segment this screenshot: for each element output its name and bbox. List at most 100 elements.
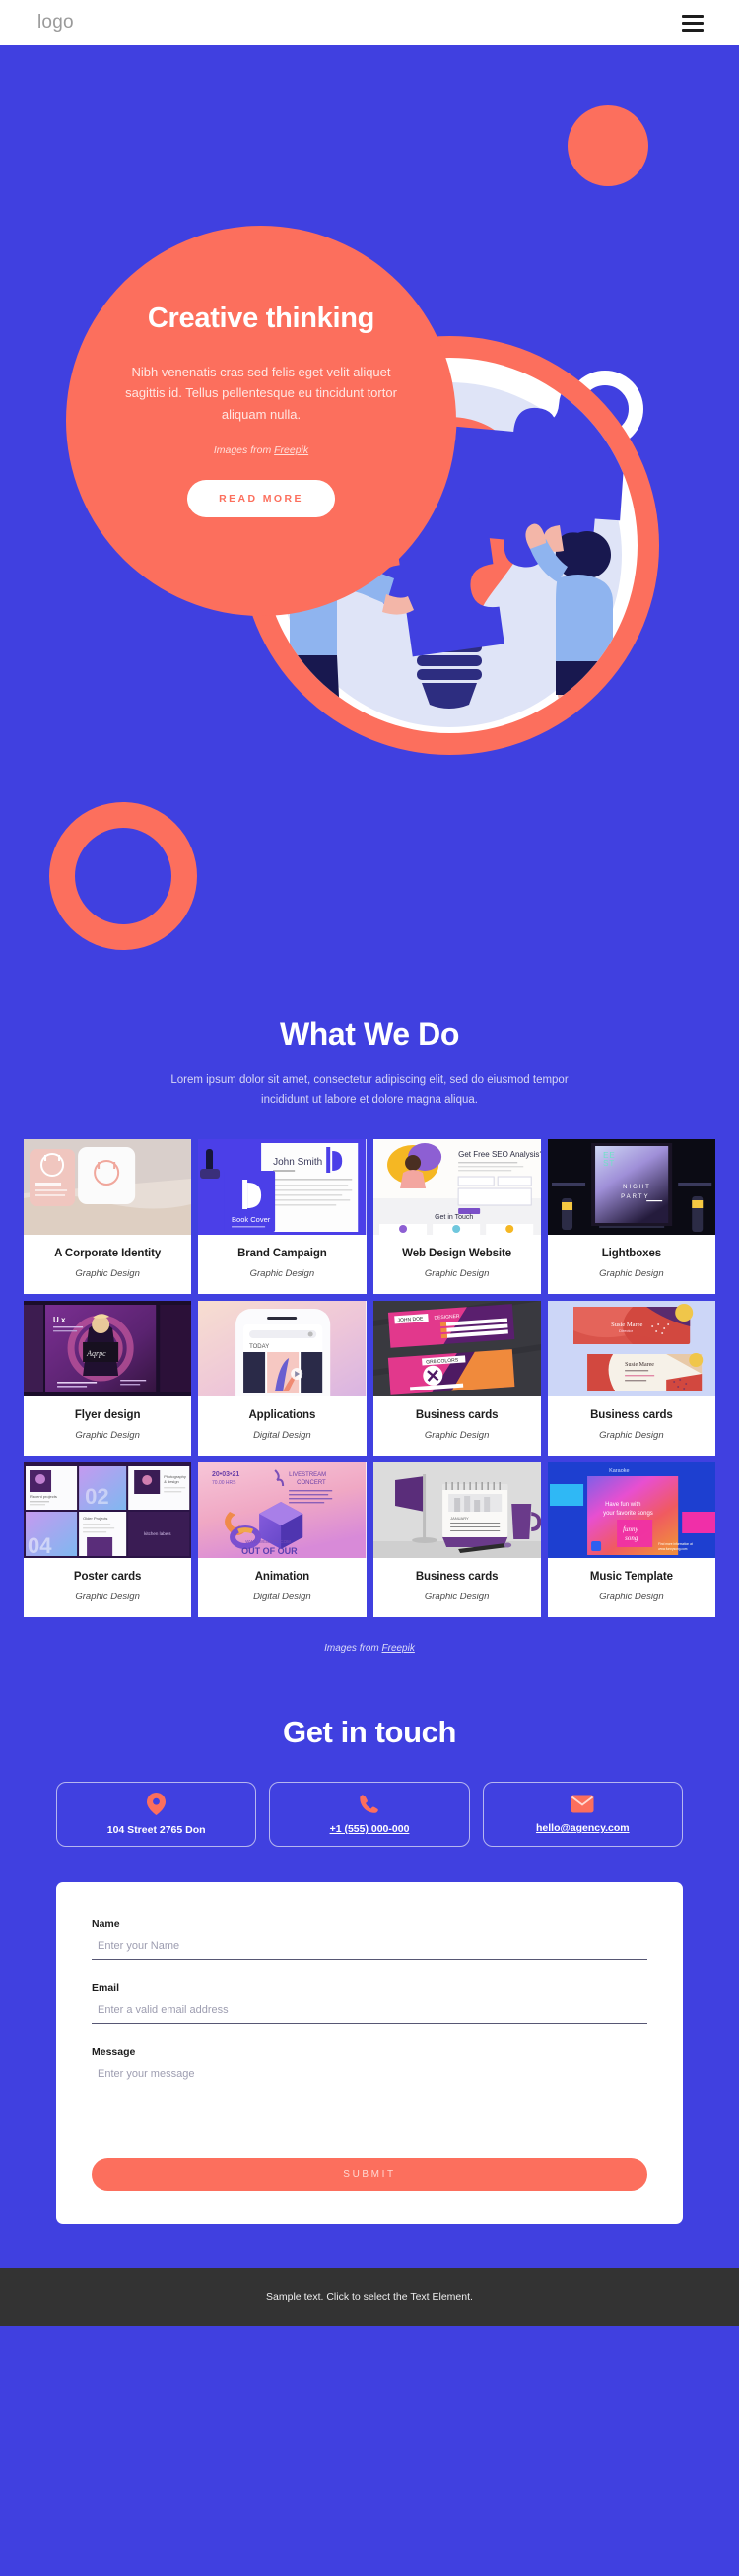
svg-text:Susie Maree: Susie Maree	[611, 1322, 642, 1328]
portfolio-card-category: Graphic Design	[75, 1268, 140, 1280]
portfolio-card[interactable]: TODAY Applications Digital Design	[198, 1301, 367, 1457]
contact-card-phone[interactable]: +1 (555) 000-000	[269, 1782, 470, 1848]
phone-icon	[359, 1794, 379, 1818]
contact-section: Get in touch 104 Street 2765 Don +1 (555…	[0, 1654, 739, 2269]
name-input[interactable]	[92, 1936, 647, 1961]
karaoke-gradient-thumb: Karaoke Have fun with your favorite song…	[547, 1462, 715, 1559]
portfolio-card[interactable]: Aqrpc U x Flyer design Graphic Design	[24, 1301, 192, 1457]
portfolio-card-title: Business cards	[590, 1409, 673, 1422]
hero-image-credit: Images from Freepik	[214, 444, 308, 456]
portfolio-card[interactable]: John Smith Book Cover Brand Campaign Gra…	[198, 1139, 367, 1295]
portfolio-card-title: Brand Campaign	[237, 1248, 327, 1260]
contact-cards: 104 Street 2765 Don +1 (555) 000-000 hel…	[0, 1750, 739, 1848]
contact-email-label[interactable]: hello@agency.com	[536, 1822, 630, 1834]
book-cover-letterhead-thumb: John Smith Book Cover	[198, 1139, 367, 1236]
portfolio-card-title: Flyer design	[74, 1409, 141, 1422]
svg-text:Director: Director	[619, 1328, 634, 1333]
abstract-name-cards-thumb: Susie Maree Director Susie Maree	[547, 1301, 715, 1397]
email-input[interactable]	[92, 2000, 647, 2025]
svg-text:Have fun with: Have fun with	[605, 1502, 640, 1508]
portfolio-card[interactable]: EE ST NIGHT PARTY Lightboxes Graphic Des…	[547, 1139, 715, 1295]
contact-card-address[interactable]: 104 Street 2765 Don	[56, 1782, 257, 1848]
svg-text:Susie Maree: Susie Maree	[625, 1362, 654, 1368]
svg-text:your favorite songs: your favorite songs	[603, 1511, 653, 1517]
contact-title: Get in touch	[282, 1715, 457, 1750]
portfolio-card[interactable]: 20•03•21 70.00 HRS LIVESTREAM CONCERT WW…	[198, 1462, 367, 1618]
portfolio-card-category: Graphic Design	[599, 1430, 664, 1442]
portfolio-card-title: Applications	[248, 1409, 316, 1422]
svg-text:02: 02	[85, 1484, 109, 1509]
portfolio-card-category: Graphic Design	[599, 1592, 664, 1603]
svg-text:www.funnysong.com: www.funnysong.com	[658, 1547, 688, 1551]
portfolio-card-body: Music Template Graphic Design	[548, 1558, 715, 1617]
decorative-coral-ring	[49, 802, 197, 950]
svg-text:OUT OF OUR: OUT OF OUR	[241, 1546, 298, 1556]
burger-line	[682, 14, 704, 18]
burger-line	[682, 21, 704, 25]
svg-text:Older Projects: Older Projects	[83, 1516, 107, 1521]
portfolio-card[interactable]: JANUARY Business cards Graphic Design	[372, 1462, 541, 1618]
hero-credit-prefix: Images from	[213, 444, 275, 457]
portfolio-card-body: Business cards Graphic Design	[548, 1396, 715, 1456]
portfolio-card[interactable]: Karaoke Have fun with your favorite song…	[547, 1462, 715, 1618]
night-party-billboard-thumb: EE ST NIGHT PARTY	[547, 1139, 715, 1236]
decorative-coral-circle	[568, 105, 648, 186]
footer-text[interactable]: Sample text. Click to select the Text El…	[266, 2291, 473, 2303]
svg-text:20•03•21: 20•03•21	[212, 1471, 239, 1478]
email-field-group: Email	[92, 1982, 647, 2025]
svg-text:song: song	[625, 1534, 638, 1542]
portfolio-card-title: Animation	[254, 1571, 310, 1584]
hero-content-bubble: Creative thinking Nibh venenatis cras se…	[66, 226, 456, 616]
hamburger-menu-icon[interactable]	[678, 11, 707, 35]
desk-calendar-mug-thumb: JANUARY	[372, 1462, 541, 1559]
read-more-button[interactable]: READ MORE	[187, 480, 335, 518]
seo-landing-page-thumb: Get Free SEO Analysis? Get in Touch	[372, 1139, 541, 1236]
svg-text:& design: & design	[164, 1479, 179, 1484]
portfolio-card-title: Business cards	[415, 1409, 499, 1422]
svg-text:Get Free SEO Analysis?: Get Free SEO Analysis?	[458, 1150, 541, 1159]
portfolio-credit-link[interactable]: Freepik	[382, 1643, 415, 1654]
portfolio-card[interactable]: A Corporate Identity Graphic Design	[24, 1139, 192, 1295]
portfolio-card[interactable]: JOHN DOE DESIGNER GR8 COLORS Business ca…	[372, 1301, 541, 1457]
portfolio-card[interactable]: Recent projects 02 Photography & design …	[24, 1462, 192, 1618]
email-label: Email	[92, 1982, 120, 1995]
svg-text:Aqrpc: Aqrpc	[86, 1349, 106, 1358]
logo[interactable]: logo	[37, 12, 74, 34]
portfolio-card-body: Business cards Graphic Design	[373, 1396, 541, 1456]
portfolio-card-title: A Corporate Identity	[54, 1248, 162, 1260]
name-field-group: Name	[92, 1918, 647, 1961]
portfolio-card-body: Brand Campaign Graphic Design	[198, 1235, 366, 1294]
portfolio-card-category: Graphic Design	[249, 1268, 315, 1280]
portfolio-card-category: Graphic Design	[424, 1268, 490, 1280]
svg-text:CONCERT: CONCERT	[297, 1480, 326, 1486]
hero-credit-link[interactable]: Freepik	[274, 444, 308, 456]
svg-text:ST: ST	[603, 1159, 615, 1168]
svg-text:Karaoke: Karaoke	[609, 1468, 630, 1474]
portfolio-card[interactable]: Get Free SEO Analysis? Get in Touch Web …	[372, 1139, 541, 1295]
map-pin-icon	[147, 1793, 167, 1819]
contact-phone-label[interactable]: +1 (555) 000-000	[330, 1823, 410, 1835]
svg-text:funny: funny	[623, 1525, 638, 1533]
ux-event-poster-thumb: Aqrpc U x	[24, 1301, 192, 1397]
contact-card-email[interactable]: hello@agency.com	[482, 1782, 683, 1848]
contact-header: Get in touch	[0, 1654, 739, 1750]
portfolio-layout-thumb: Recent projects 02 Photography & design …	[24, 1462, 192, 1559]
svg-text:70.00 HRS: 70.00 HRS	[212, 1480, 236, 1486]
svg-text:TODAY: TODAY	[249, 1344, 269, 1350]
portfolio-card[interactable]: Susie Maree Director Susie Maree Busines…	[547, 1301, 715, 1457]
portfolio-card-category: Digital Design	[253, 1592, 311, 1603]
svg-text:kitchen labels: kitchen labels	[144, 1531, 171, 1536]
portfolio-card-body: Poster cards Graphic Design	[24, 1558, 191, 1617]
portfolio-card-category: Graphic Design	[424, 1430, 490, 1442]
portfolio-card-title: Lightboxes	[601, 1248, 662, 1260]
contact-form: Name Email Message SUBMIT	[56, 1882, 683, 2225]
svg-text:WWW.WEBSITE.COM: WWW.WEBSITE.COM	[245, 1539, 291, 1544]
message-textarea[interactable]	[92, 2065, 647, 2136]
portfolio-grid: A Corporate Identity Graphic Design John…	[0, 1110, 739, 1618]
portfolio-card-body: Applications Digital Design	[198, 1396, 366, 1456]
svg-text:Recent projects: Recent projects	[30, 1494, 57, 1499]
submit-button[interactable]: SUBMIT	[92, 2158, 647, 2192]
what-we-do-subtitle: Lorem ipsum dolor sit amet, consectetur …	[170, 1074, 569, 1107]
portfolio-image-credit: Images from Freepik	[0, 1617, 739, 1654]
